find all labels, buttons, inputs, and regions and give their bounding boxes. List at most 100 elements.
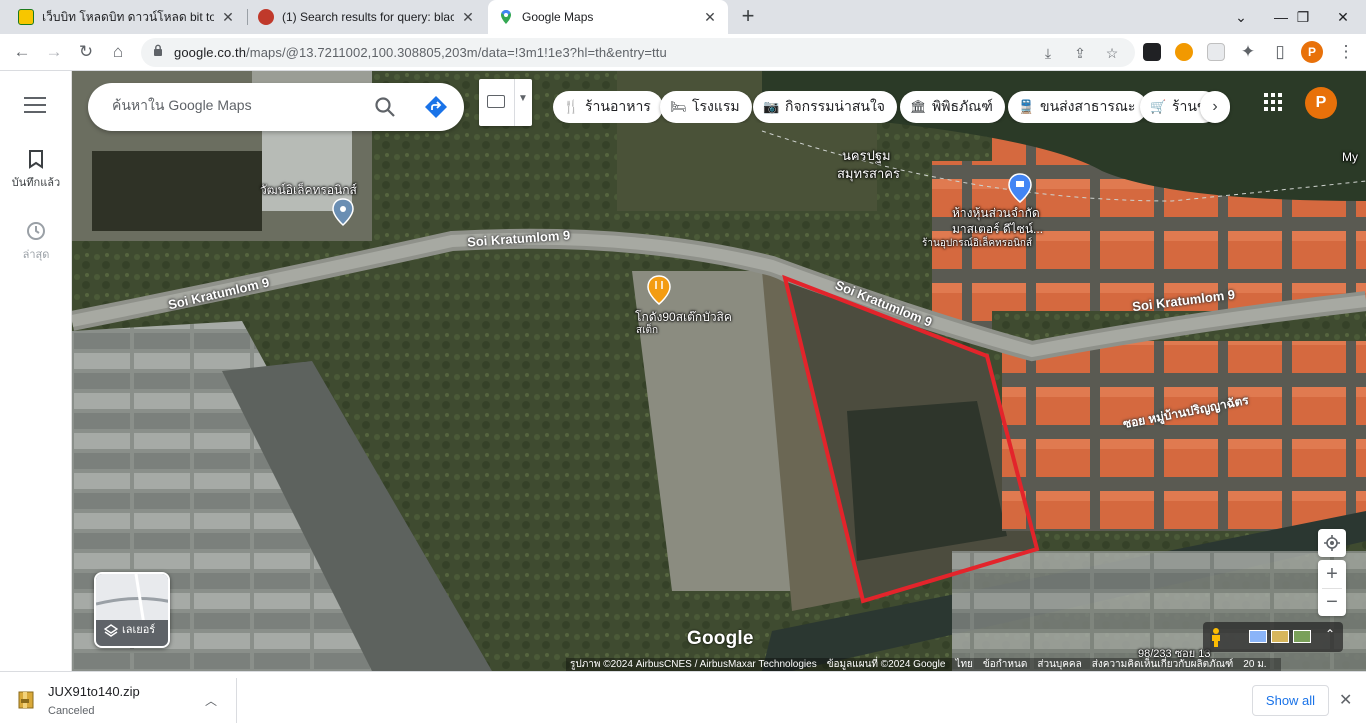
chip-label: ร้านอาหาร	[585, 98, 651, 114]
install-app-icon[interactable]: ⤓	[1038, 43, 1058, 63]
extensions-puzzle-icon[interactable]: ✦	[1236, 40, 1260, 64]
tab-torrent[interactable]: เว็บบิท โหลดบิท ดาวน์โหลด bit torrent ✕	[8, 0, 246, 34]
zoom-control: + −	[1318, 560, 1346, 616]
chevron-down-icon[interactable]: ▼	[518, 93, 528, 104]
museum-icon: 🏛	[910, 99, 927, 114]
chip-restaurants[interactable]: 🍴 ร้านอาหาร	[553, 91, 663, 123]
place-label[interactable]: วัฒน์อิเล็คทรอนิกส์	[260, 184, 357, 197]
window-close-button[interactable]: ✕	[1320, 0, 1366, 34]
lock-icon[interactable]	[153, 44, 163, 57]
history-icon	[27, 222, 45, 240]
google-maps-icon	[501, 10, 511, 24]
chip-things-to-do[interactable]: 📷 กิจกรรมน่าสนใจ	[753, 91, 898, 123]
reload-button[interactable]: ↻	[74, 40, 98, 64]
my-location-button[interactable]	[1318, 529, 1346, 557]
close-tab-icon[interactable]: ✕	[460, 9, 476, 26]
zoom-out-button[interactable]: −	[1318, 589, 1346, 616]
restaurant-icon: 🍴	[563, 99, 580, 114]
chip-label: โรงแรม	[692, 98, 740, 114]
zoom-in-button[interactable]: +	[1318, 560, 1346, 588]
maximize-button[interactable]: ❐	[1286, 0, 1320, 34]
show-all-button[interactable]: Show all	[1252, 685, 1329, 716]
account-avatar[interactable]: P	[1305, 87, 1337, 119]
extension-icon[interactable]	[1175, 43, 1193, 61]
google-apps-icon[interactable]	[1264, 93, 1286, 115]
search-input[interactable]	[112, 97, 362, 113]
chip-transit[interactable]: 🚆 ขนส่งสาธารณะ	[1008, 91, 1148, 123]
saved-button[interactable]: บันทึกแล้ว	[0, 149, 72, 191]
new-tab-button[interactable]: +	[736, 5, 760, 29]
tab-title: Google Maps	[522, 10, 594, 24]
menu-icon[interactable]	[24, 97, 46, 118]
boundary-label: สมุทรสาคร	[837, 166, 900, 181]
download-filename[interactable]: JUX91to140.zip	[48, 684, 140, 699]
satellite-map[interactable]: ▼ 🍴 ร้านอาหาร 🛏 โรงแรม 📷 กิจกรรมน่าสนใจ 🏛 พิ…	[72, 71, 1366, 671]
chip-label: พิพิธภัณฑ์	[932, 98, 993, 114]
search-icon[interactable]	[374, 96, 396, 118]
feedback-link[interactable]: ส่งความคิดเห็นเกี่ยวกับผลิตภัณฑ์	[1092, 659, 1234, 670]
layers-button[interactable]: เลเยอร์	[94, 572, 170, 648]
input-tools-button[interactable]: ▼	[479, 79, 532, 126]
url-path: /maps/@13.7211002,100.308805,203m/data=!…	[246, 45, 667, 60]
keyboard-icon[interactable]	[487, 95, 505, 108]
imagery-thumbnail[interactable]	[1249, 630, 1267, 643]
chip-museums[interactable]: 🏛 พิพิธภัณฑ์	[900, 91, 1005, 123]
tab-strip: เว็บบิท โหลดบิท ดาวน์โหลด bit torrent ✕ …	[0, 0, 1366, 34]
scale-label[interactable]: 20 ม.	[1243, 659, 1266, 670]
torrent-site-icon	[18, 9, 34, 25]
tab-google-maps[interactable]: Google Maps ✕	[488, 0, 728, 34]
transit-icon: 🚆	[1018, 99, 1035, 114]
chevron-right-icon[interactable]: ›	[1200, 91, 1230, 123]
chevron-up-icon[interactable]: ⌃	[1325, 627, 1335, 641]
close-icon[interactable]: ✕	[1339, 690, 1352, 710]
street-view-bar: ⌃	[1203, 622, 1343, 652]
privacy-link[interactable]: ส่วนบุคคล	[1037, 659, 1081, 670]
recent-button[interactable]: ล่าสุด	[0, 221, 72, 263]
forward-button[interactable]: →	[42, 40, 66, 64]
place-label[interactable]: มาสเตอร์ ดีไซน์...	[952, 223, 1043, 236]
chip-hotels[interactable]: 🛏 โรงแรม	[660, 91, 752, 123]
map-attribution: รูปภาพ ©2024 AirbusCNES / AirbusMaxar Te…	[566, 658, 1281, 671]
extension-icon[interactable]	[1143, 43, 1161, 61]
side-panel-icon[interactable]: ▯	[1268, 40, 1292, 64]
maps-side-rail: บันทึกแล้ว ล่าสุด	[0, 71, 72, 671]
satellite-imagery[interactable]	[72, 71, 1366, 671]
imagery-thumbnail[interactable]	[1293, 630, 1311, 643]
close-tab-icon[interactable]: ✕	[702, 9, 718, 26]
address-bar[interactable]: google.co.th/maps/@13.7211002,100.308805…	[141, 38, 1135, 67]
imagery-thumbnail[interactable]	[1271, 630, 1289, 643]
layers-icon	[104, 624, 118, 637]
extension-icon[interactable]	[1207, 43, 1225, 61]
chip-label: ขนส่งสาธารณะ	[1040, 98, 1136, 114]
boundary-label: นครปฐม	[842, 148, 891, 163]
back-button[interactable]: ←	[10, 40, 34, 64]
browser-menu-icon[interactable]: ⋮	[1334, 40, 1358, 64]
tab-search-icon[interactable]: ⌄	[1224, 0, 1258, 34]
terms-link[interactable]: ข้อกำหนด	[983, 659, 1027, 670]
browser-toolbar: ← → ↻ ⌂ google.co.th/maps/@13.7211002,10…	[0, 34, 1366, 71]
bookmark-star-icon[interactable]: ☆	[1102, 43, 1122, 63]
download-bar: JUX91to140.zip Canceled ︿ Show all ✕	[0, 671, 1366, 728]
tab-search-results[interactable]: (1) Search results for query: black ✕	[248, 0, 486, 34]
divider	[514, 79, 515, 126]
search-box[interactable]	[88, 83, 464, 131]
url-host: google.co.th	[174, 45, 247, 60]
shop-icon: 🛒	[1150, 99, 1167, 114]
share-icon[interactable]: ⇪	[1070, 43, 1090, 63]
country-link[interactable]: ไทย	[955, 659, 972, 670]
place-label[interactable]: ห้างหุ้นส่วนจำกัด	[952, 207, 1040, 220]
place-category-label: ร้านอุปกรณ์อิเล็คทรอนิกส์	[922, 238, 1033, 249]
close-tab-icon[interactable]: ✕	[220, 9, 236, 26]
download-status: Canceled	[48, 705, 95, 717]
directions-icon[interactable]	[424, 95, 448, 119]
place-label[interactable]: โกดัง90สเต๊กบัวสิค	[635, 311, 732, 324]
chevron-up-icon[interactable]: ︿	[205, 692, 217, 709]
pegman-icon[interactable]	[1209, 627, 1223, 647]
saved-label: บันทึกแล้ว	[11, 177, 61, 189]
tab-title: เว็บบิท โหลดบิท ดาวน์โหลด bit torrent	[42, 9, 214, 24]
camera-icon: 📷	[763, 99, 780, 114]
profile-avatar[interactable]: P	[1301, 41, 1323, 63]
bookmark-icon	[29, 150, 43, 169]
place-category-label: สเต็ก	[636, 325, 659, 336]
home-button[interactable]: ⌂	[106, 40, 130, 64]
